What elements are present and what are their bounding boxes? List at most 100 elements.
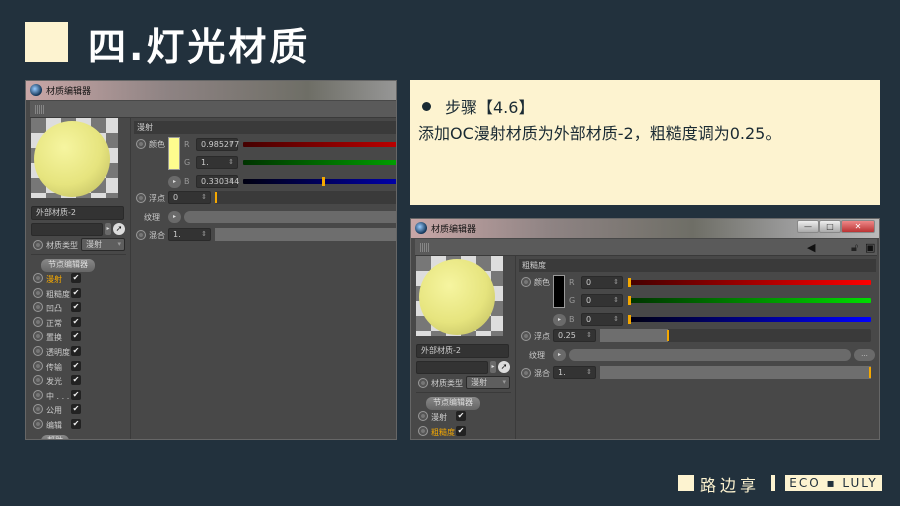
- arrow-icon[interactable]: ▸: [490, 361, 496, 373]
- slider-handle[interactable]: [321, 177, 325, 186]
- color-b-slider[interactable]: [628, 315, 871, 324]
- minimize-button[interactable]: —: [797, 220, 819, 233]
- color-b-slider[interactable]: [243, 177, 396, 186]
- slider-handle[interactable]: [628, 296, 631, 305]
- slider-handle[interactable]: [667, 330, 670, 341]
- color-g-field[interactable]: 0 ⇕: [581, 294, 623, 307]
- picker-icon[interactable]: ➚: [113, 223, 125, 235]
- help-button[interactable]: 帮助: [41, 435, 69, 439]
- spinner-icon[interactable]: ⇕: [228, 157, 234, 168]
- material-type-select[interactable]: 漫射 ▾: [81, 238, 125, 251]
- slider-handle[interactable]: [215, 192, 217, 203]
- channel-checkbox[interactable]: ✔: [71, 389, 81, 400]
- back-arrow-icon[interactable]: ◀: [807, 241, 815, 254]
- color-swatch[interactable]: [168, 137, 180, 170]
- arrow-icon[interactable]: ▸: [168, 176, 181, 188]
- float-slider[interactable]: [215, 191, 396, 204]
- material-preview[interactable]: [31, 118, 118, 198]
- channel-label[interactable]: 编辑: [46, 420, 62, 431]
- channel-label[interactable]: 传输: [46, 362, 62, 373]
- spinner-icon[interactable]: ⇕: [201, 229, 207, 240]
- slider-handle[interactable]: [628, 278, 631, 287]
- arrow-icon[interactable]: ▸: [553, 349, 566, 361]
- channel-checkbox[interactable]: ✔: [456, 411, 466, 421]
- channel-checkbox[interactable]: ✔: [71, 302, 81, 313]
- texture-slot[interactable]: [184, 211, 396, 223]
- mix-slider[interactable]: [600, 366, 871, 379]
- color-g-slider[interactable]: [628, 296, 871, 305]
- channel-checkbox[interactable]: ✔: [71, 346, 81, 356]
- link-field[interactable]: [31, 223, 103, 236]
- radio-icon[interactable]: [33, 240, 43, 250]
- channel-label[interactable]: 漫射: [46, 274, 62, 285]
- spinner-icon[interactable]: ⇕: [228, 139, 234, 150]
- channel-label[interactable]: 正常: [46, 318, 62, 329]
- channel-radio-icon[interactable]: [33, 346, 43, 356]
- float-slider[interactable]: [600, 329, 871, 342]
- picker-icon[interactable]: ➚: [498, 361, 510, 373]
- channel-radio-icon[interactable]: [33, 316, 43, 327]
- channel-checkbox[interactable]: ✔: [71, 273, 81, 283]
- channel-radio-icon[interactable]: [33, 389, 43, 400]
- color-b-field[interactable]: 0.330344 ⇕: [196, 175, 239, 188]
- channel-radio-icon[interactable]: [418, 411, 428, 421]
- radio-icon[interactable]: [521, 331, 531, 341]
- new-window-icon[interactable]: ▣: [865, 241, 875, 254]
- spinner-icon[interactable]: ⇕: [201, 192, 207, 203]
- arrow-icon[interactable]: ▸: [105, 223, 111, 235]
- node-editor-button[interactable]: 节点编辑器: [426, 397, 480, 410]
- channel-label[interactable]: 漫射: [431, 412, 447, 423]
- channel-label[interactable]: 粗糙度: [431, 427, 455, 438]
- channel-label[interactable]: 公用: [46, 405, 62, 416]
- radio-icon[interactable]: [136, 193, 146, 203]
- texture-slot[interactable]: [569, 349, 851, 361]
- channel-radio-icon[interactable]: [33, 404, 43, 415]
- channel-label[interactable]: 发光: [46, 376, 62, 387]
- channel-radio-icon[interactable]: [33, 273, 43, 283]
- color-r-field[interactable]: 0 ⇕: [581, 276, 623, 289]
- material-type-select[interactable]: 漫射 ▾: [466, 376, 510, 389]
- color-r-field[interactable]: 0.985277 ⇕: [196, 138, 239, 151]
- slider-handle[interactable]: [869, 367, 871, 378]
- channel-radio-icon[interactable]: [33, 287, 43, 298]
- channel-label[interactable]: 粗糙度: [46, 289, 70, 300]
- channel-checkbox[interactable]: ✔: [456, 425, 466, 436]
- radio-icon[interactable]: [521, 277, 531, 287]
- title-bar[interactable]: 材质编辑器: [26, 81, 396, 100]
- spinner-icon[interactable]: ⇕: [613, 314, 619, 325]
- float-field[interactable]: 0.25 ⇕: [553, 329, 596, 342]
- channel-radio-icon[interactable]: [33, 360, 43, 371]
- texture-more-button[interactable]: ...: [854, 349, 875, 361]
- channel-radio-icon[interactable]: [418, 425, 428, 436]
- color-b-field[interactable]: 0 ⇕: [581, 313, 623, 326]
- channel-checkbox[interactable]: ✔: [71, 331, 81, 342]
- lock-icon[interactable]: 🔓︎: [851, 241, 858, 255]
- channel-label[interactable]: 透明度: [46, 347, 70, 358]
- channel-checkbox[interactable]: ✔: [71, 404, 81, 415]
- radio-icon[interactable]: [521, 368, 531, 378]
- float-field[interactable]: 0 ⇕: [168, 191, 211, 204]
- channel-checkbox[interactable]: ✔: [71, 287, 81, 298]
- channel-checkbox[interactable]: ✔: [71, 375, 81, 386]
- close-button[interactable]: ✕: [841, 220, 875, 233]
- color-r-slider[interactable]: [243, 142, 396, 147]
- color-g-slider[interactable]: [243, 160, 396, 165]
- radio-icon[interactable]: [136, 139, 146, 149]
- channel-checkbox[interactable]: ✔: [71, 360, 81, 371]
- channel-radio-icon[interactable]: [33, 302, 43, 313]
- slider-handle[interactable]: [628, 315, 631, 324]
- grip-icon[interactable]: [420, 243, 430, 252]
- material-name-field[interactable]: 外部材质-2: [416, 344, 509, 358]
- maximize-button[interactable]: □: [819, 220, 841, 233]
- arrow-icon[interactable]: ▸: [553, 314, 566, 326]
- color-swatch[interactable]: [553, 275, 565, 308]
- channel-radio-icon[interactable]: [33, 375, 43, 386]
- spinner-icon[interactable]: ⇕: [228, 176, 234, 187]
- mix-slider[interactable]: [215, 228, 396, 241]
- arrow-icon[interactable]: ▸: [168, 211, 181, 223]
- channel-label[interactable]: 中 . . .: [46, 391, 69, 402]
- title-bar[interactable]: 材质编辑器 — □ ✕: [411, 219, 879, 238]
- material-preview[interactable]: [416, 256, 503, 336]
- spinner-icon[interactable]: ⇕: [613, 277, 619, 288]
- radio-icon[interactable]: [136, 230, 146, 240]
